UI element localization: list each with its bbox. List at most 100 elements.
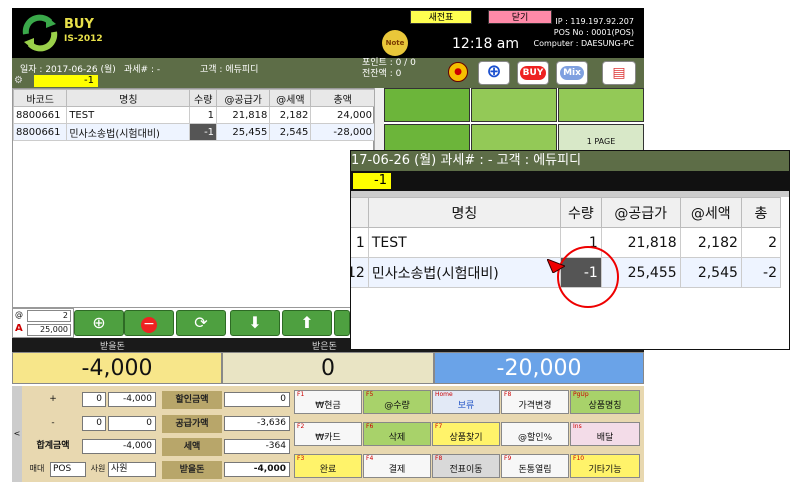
up-arrow-button[interactable]: ⬆: [282, 310, 332, 336]
product-name-key[interactable]: PgUp 상품명칭: [570, 390, 640, 414]
bottom-panel: < + 0 -4,000 - 0 0 합계금액 -4,000 매대 POS 사원…: [12, 386, 644, 482]
product-tile[interactable]: [558, 88, 644, 122]
fkey-code: F8: [504, 391, 512, 398]
hold-key[interactable]: Home 보류: [432, 390, 500, 414]
col-qty[interactable]: 수량: [189, 89, 218, 107]
fkey-label: 가격변경: [518, 401, 552, 411]
sale-type-label: 매대: [29, 464, 45, 473]
fkey-label: @할인%: [517, 433, 553, 443]
minus-icon: −: [141, 317, 157, 333]
down-arrow-button[interactable]: ⬇: [230, 310, 280, 336]
minus-amount-field[interactable]: 0: [108, 416, 156, 431]
card-key[interactable]: F2 ₩카드: [294, 422, 362, 446]
cell-supply: 25,455: [216, 123, 271, 141]
item-table: 바코드 명칭 수량 @공급가 @세액 총액 8800661 TEST 1 21,…: [12, 89, 375, 141]
complete-key[interactable]: F3 완료: [294, 454, 362, 478]
open-drawer-key[interactable]: F9 돈통열림: [501, 454, 569, 478]
collapse-handle[interactable]: <: [12, 386, 22, 482]
minus-qty-field[interactable]: 0: [82, 416, 106, 431]
customer-label: 고객 : 에듀피디: [200, 65, 259, 75]
fkey-label: 상품찾기: [449, 433, 483, 443]
discount-label: 할인금액: [162, 391, 222, 409]
zoom-cell-id: 12: [351, 257, 369, 288]
printer-icon[interactable]: ▤: [602, 61, 636, 85]
plus-amount-field[interactable]: -4,000: [108, 392, 156, 407]
pointer-arrow-icon: [546, 258, 567, 274]
ip-address: IP : 119.197.92.207: [555, 17, 634, 26]
price-field[interactable]: 25,000: [27, 324, 71, 336]
status-bar: 일자 : 2017-06-26 (월) 과세# : - 고객 : 에듀피디 포인…: [12, 58, 644, 88]
tax-label: 과세# : -: [124, 65, 161, 75]
qty-field[interactable]: 2: [27, 310, 71, 322]
fkey-label: ₩카드: [315, 433, 341, 443]
plus-qty-field[interactable]: 0: [82, 392, 106, 407]
table-row[interactable]: 8800661 민사소송법(시험대비) -1 25,455 2,545 -28,…: [12, 123, 375, 141]
product-tile[interactable]: [384, 88, 470, 122]
col-supply[interactable]: @공급가: [216, 89, 271, 107]
cell-tax: 2,545: [269, 123, 312, 141]
discount-percent-key[interactable]: @할인%: [501, 422, 569, 446]
pay-field: -4,000: [224, 462, 290, 477]
points-info: 포인트 : 0 / 0 전잔액 : 0: [362, 58, 416, 80]
move-ticket-key[interactable]: F8 전표이동: [432, 454, 500, 478]
more-button[interactable]: [334, 310, 350, 336]
product-tile[interactable]: [471, 88, 557, 122]
delivery-key[interactable]: Ins 배달: [570, 422, 640, 446]
brand-subtitle: IS-2012: [64, 34, 103, 44]
delete-key[interactable]: F6 삭제: [363, 422, 431, 446]
col-total[interactable]: 총액: [310, 89, 375, 107]
zoom-col-total: 총: [740, 197, 782, 228]
refresh-button[interactable]: ⟳: [176, 310, 226, 336]
cash-key[interactable]: F1 ₩현금: [294, 390, 362, 414]
cell-qty[interactable]: 1: [189, 106, 218, 124]
search-product-key[interactable]: F7 상품찾기: [432, 422, 500, 446]
system-info: IP : 119.197.92.207 POS No : 0001(POS) C…: [533, 16, 634, 49]
price-change-key[interactable]: F8 가격변경: [501, 390, 569, 414]
gear-icon[interactable]: ⚙: [14, 75, 26, 87]
qty-key[interactable]: F5 @수량: [363, 390, 431, 414]
new-ticket-button[interactable]: 새전표: [410, 10, 472, 24]
buy-label: BUY: [519, 66, 547, 80]
staff-field[interactable]: 사원: [108, 462, 156, 477]
note-icon[interactable]: Note: [382, 30, 408, 56]
cell-tax: 2,182: [269, 106, 312, 124]
staff-label: 사원: [90, 464, 106, 473]
fkey-label: ₩현금: [315, 401, 341, 411]
other-functions-key[interactable]: F10 기타기능: [570, 454, 640, 478]
item-grid: 바코드 명칭 수량 @공급가 @세액 총액 8800661 TEST 1 21,…: [12, 88, 375, 308]
pos-number: POS No : 0001(POS): [553, 28, 634, 37]
barcode-scan-input[interactable]: -1: [34, 75, 98, 87]
customer-icon[interactable]: ●: [448, 62, 468, 82]
add-icon[interactable]: ⊕: [478, 61, 510, 85]
zoom-cell-tax: 2,182: [679, 227, 742, 258]
date-label: 일자 : 2017-06-26 (월): [20, 65, 116, 75]
buy-button[interactable]: BUY: [517, 61, 549, 85]
cell-total: -28,000: [310, 123, 375, 141]
payment-key[interactable]: F4 결제: [363, 454, 431, 478]
col-barcode[interactable]: 바코드: [12, 89, 68, 107]
minus-button[interactable]: −: [124, 310, 174, 336]
fkey-label: 배달: [596, 433, 614, 443]
clock: 12:18 am: [452, 36, 520, 52]
mix-button[interactable]: Mix: [556, 61, 588, 85]
fkey-label: 기타기능: [588, 465, 622, 475]
col-tax[interactable]: @세액: [269, 89, 312, 107]
fkey-code: F8: [435, 455, 443, 462]
fkey-code: F2: [297, 423, 305, 430]
cell-name: TEST: [66, 106, 191, 124]
col-name[interactable]: 명칭: [66, 89, 191, 107]
fkey-code: F9: [504, 455, 512, 462]
discount-field[interactable]: 0: [224, 392, 290, 407]
cell-barcode: 8800661: [12, 106, 68, 124]
fkey-code: F4: [366, 455, 374, 462]
amount-received[interactable]: 0: [222, 352, 434, 384]
amount-due: -4,000: [12, 352, 222, 384]
fkey-label: 완료: [319, 465, 337, 475]
cell-qty[interactable]: -1: [189, 123, 218, 141]
plus-button[interactable]: ⊕: [74, 310, 124, 336]
table-row[interactable]: 8800661 TEST 1 21,818 2,182 24,000: [12, 106, 375, 124]
pos-field[interactable]: POS: [50, 462, 86, 477]
supply-label: 공급가액: [162, 415, 222, 433]
total-label: 합계금액: [36, 441, 70, 451]
fkey-label: 보류: [457, 401, 475, 411]
